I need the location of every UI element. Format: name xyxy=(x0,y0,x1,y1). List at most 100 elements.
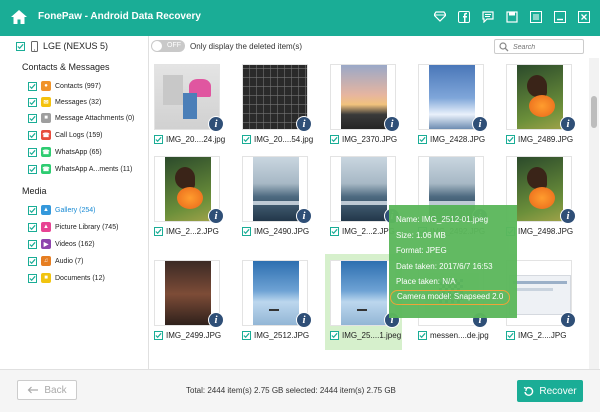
photo-filename-row[interactable]: IMG_2370.JPG xyxy=(330,135,397,144)
sidebar-item-messages[interactable]: ✉ Messages (32) xyxy=(28,96,101,108)
info-icon[interactable]: i xyxy=(472,116,488,132)
photo-filename-row[interactable]: IMG_2428.JPG xyxy=(418,135,485,144)
minimize-icon[interactable] xyxy=(551,8,568,25)
title-bar: FonePaw - Android Data Recovery xyxy=(0,0,600,36)
photo-filename: IMG_20....54.jpg xyxy=(254,135,314,144)
photo-filename-row[interactable]: IMG_2....JPG xyxy=(506,331,566,340)
photo-filename: IMG_20....24.jpg xyxy=(166,135,226,144)
checkbox[interactable] xyxy=(28,147,37,157)
info-icon[interactable]: i xyxy=(208,312,224,328)
videos-icon: ▶ xyxy=(41,239,51,249)
photo-checkbox[interactable] xyxy=(418,331,427,340)
checkbox[interactable] xyxy=(28,164,37,174)
photo-checkbox[interactable] xyxy=(154,135,163,144)
photo-filename-row[interactable]: IMG_2490.JPG xyxy=(242,227,309,236)
info-icon[interactable]: i xyxy=(384,116,400,132)
attachment-icon: ■ xyxy=(41,113,51,123)
feedback-icon[interactable] xyxy=(479,8,496,25)
facebook-icon[interactable] xyxy=(455,8,472,25)
sidebar-item-whatsapp-attachments[interactable]: ☎ WhatsApp A...ments (11) xyxy=(28,163,132,175)
search-box[interactable] xyxy=(494,39,584,54)
info-icon[interactable]: i xyxy=(296,116,312,132)
sidebar-item-label: Videos (162) xyxy=(55,240,95,248)
photo-checkbox[interactable] xyxy=(154,331,163,340)
photo-checkbox[interactable] xyxy=(418,135,427,144)
sidebar-item-videos[interactable]: ▶ Videos (162) xyxy=(28,238,95,250)
sidebar-item-documents[interactable]: ■ Documents (12) xyxy=(28,272,105,284)
home-icon[interactable] xyxy=(8,6,30,28)
recover-button[interactable]: Recover xyxy=(517,380,583,402)
checkbox[interactable] xyxy=(28,81,37,91)
diamond-icon[interactable] xyxy=(431,8,448,25)
photo-tile[interactable]: i IMG_2489.JPG xyxy=(502,64,580,150)
selection-summary: Total: 2444 item(s) 2.75 GB selected: 24… xyxy=(186,386,396,395)
tooltip-size: Size: 1.06 MB xyxy=(396,230,446,240)
photo-tile[interactable]: i IMG_20....54.jpg xyxy=(238,64,316,150)
close-icon[interactable] xyxy=(575,8,592,25)
sidebar-item-audio[interactable]: ♫ Audio (7) xyxy=(28,255,83,267)
checkbox[interactable] xyxy=(28,239,37,249)
photo-filename-row[interactable]: IMG_2512.JPG xyxy=(242,331,309,340)
photo-tile[interactable]: i IMG_20....24.jpg xyxy=(150,64,228,150)
photo-checkbox[interactable] xyxy=(242,331,251,340)
info-icon[interactable]: i xyxy=(560,208,576,224)
back-button[interactable]: Back xyxy=(17,380,77,400)
sidebar-item-contacts[interactable]: ● Contacts (997) xyxy=(28,80,101,92)
device-checkbox[interactable] xyxy=(16,41,25,51)
photo-filename-row[interactable]: IMG_2499.JPG xyxy=(154,331,221,340)
grid-scrollbar[interactable] xyxy=(589,58,599,369)
sidebar-item-gallery[interactable]: ▲ Gallery (254) xyxy=(28,204,95,216)
scrollbar-thumb[interactable] xyxy=(591,96,597,128)
sidebar-item-picture-library[interactable]: ▲ Picture Library (745) xyxy=(28,221,118,233)
photo-checkbox[interactable] xyxy=(330,331,339,340)
photo-filename-row[interactable]: IMG_20....24.jpg xyxy=(154,135,225,144)
info-icon[interactable]: i xyxy=(296,208,312,224)
photo-tile[interactable]: i IMG_2512.JPG xyxy=(238,260,316,346)
sidebar-item-whatsapp[interactable]: ☎ WhatsApp (65) xyxy=(28,146,102,158)
save-icon[interactable] xyxy=(503,8,520,25)
phone-icon xyxy=(30,40,38,52)
photo-checkbox[interactable] xyxy=(242,227,251,236)
photo-filename-row[interactable]: messen....de.jpg xyxy=(418,331,489,340)
checkbox[interactable] xyxy=(28,113,37,123)
photo-filename-row[interactable]: IMG_20....54.jpg xyxy=(242,135,313,144)
photo-tile[interactable]: i IMG_2...2.JPG xyxy=(150,156,228,242)
sidebar-item-message-attachments[interactable]: ■ Message Attachments (0) xyxy=(28,112,134,124)
info-icon[interactable]: i xyxy=(560,116,576,132)
photo-filename: IMG_2370.JPG xyxy=(342,135,398,144)
checkbox[interactable] xyxy=(28,205,37,215)
sidebar-item-call-logs[interactable]: ☎ Call Logs (159) xyxy=(28,129,102,141)
photo-checkbox[interactable] xyxy=(154,227,163,236)
photo-filename: IMG_2489.JPG xyxy=(518,135,574,144)
checkbox[interactable] xyxy=(28,97,37,107)
sidebar-item-label: Picture Library (745) xyxy=(55,223,119,231)
photo-checkbox[interactable] xyxy=(506,135,515,144)
photo-tile[interactable]: i IMG_2499.JPG xyxy=(150,260,228,346)
info-icon[interactable]: i xyxy=(296,312,312,328)
photo-filename: IMG_2498.JPG xyxy=(518,227,574,236)
checkbox[interactable] xyxy=(28,256,37,266)
photo-filename-row[interactable]: IMG_25....1.jpeg xyxy=(330,331,401,340)
deleted-only-toggle[interactable]: OFF xyxy=(151,40,185,52)
audio-icon: ♫ xyxy=(41,256,51,266)
menu-icon[interactable] xyxy=(527,8,544,25)
photo-filename-row[interactable]: IMG_2...2.JPG xyxy=(330,227,395,236)
info-icon[interactable]: i xyxy=(560,312,576,328)
photo-tile[interactable]: i IMG_2428.JPG xyxy=(414,64,492,150)
photo-filename: messen....de.jpg xyxy=(430,331,489,340)
info-icon[interactable]: i xyxy=(208,208,224,224)
photo-checkbox[interactable] xyxy=(330,135,339,144)
photo-checkbox[interactable] xyxy=(506,331,515,340)
info-icon[interactable]: i xyxy=(208,116,224,132)
search-input[interactable] xyxy=(513,42,579,52)
photo-filename-row[interactable]: IMG_2489.JPG xyxy=(506,135,573,144)
checkbox[interactable] xyxy=(28,273,37,283)
photo-filename-row[interactable]: IMG_2...2.JPG xyxy=(154,227,219,236)
photo-tile[interactable]: i IMG_2490.JPG xyxy=(238,156,316,242)
device-row[interactable]: LGE (NEXUS 5) xyxy=(16,40,108,52)
checkbox[interactable] xyxy=(28,222,37,232)
photo-checkbox[interactable] xyxy=(242,135,251,144)
photo-checkbox[interactable] xyxy=(330,227,339,236)
photo-tile[interactable]: i IMG_2370.JPG xyxy=(326,64,404,150)
checkbox[interactable] xyxy=(28,130,37,140)
